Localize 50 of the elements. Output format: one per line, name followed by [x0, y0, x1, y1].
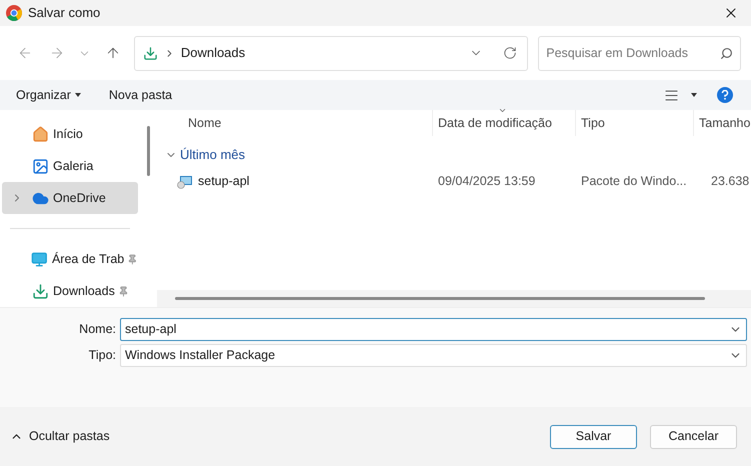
search-icon	[720, 46, 733, 60]
sidebar-item[interactable]: OneDrive	[2, 182, 138, 214]
browser-logo-icon	[6, 5, 22, 21]
scrollbar-thumb[interactable]	[175, 297, 705, 300]
file-name: setup-apl	[198, 173, 250, 190]
cancel-button[interactable]: Cancelar	[650, 424, 737, 448]
pin-icon	[118, 286, 129, 296]
desktop-icon	[31, 250, 48, 268]
organize-button[interactable]: Organizar	[16, 86, 81, 104]
sort-indicator-icon	[498, 106, 507, 115]
hide-folders-button[interactable]: Ocultar pastas	[10, 427, 110, 446]
house-icon	[32, 126, 49, 142]
sidebar-item[interactable]: Downloads	[2, 275, 138, 307]
window-title: Salvar como	[28, 4, 100, 22]
column-header[interactable]: Tamanho	[693, 110, 751, 136]
file-type: Pacote do Windo...	[580, 173, 688, 190]
filename-input[interactable]: setup-apl	[125, 320, 729, 339]
sidebar-item[interactable]: Galeria	[2, 150, 138, 182]
question-mark-icon	[721, 90, 729, 100]
file-type-dropdown[interactable]: Windows Installer Package	[120, 344, 747, 367]
column-header[interactable]: Data de modificação	[432, 110, 575, 136]
name-label: Nome:	[78, 321, 117, 338]
caret-icon	[74, 93, 81, 97]
download-icon	[142, 46, 158, 60]
filename-field[interactable]: setup-apl	[120, 318, 747, 341]
pin-icon	[127, 254, 138, 264]
group-header[interactable]: Último mês	[157, 142, 751, 168]
view-options-button[interactable]	[664, 88, 697, 102]
file-size: 23.638	[710, 173, 750, 190]
column-header[interactable]: Tipo	[575, 110, 693, 136]
address-bar[interactable]: Downloads	[134, 36, 528, 70]
help-button[interactable]	[717, 87, 733, 103]
search-field[interactable]: Pesquisar em Downloads	[538, 36, 741, 70]
gallery-icon	[32, 158, 49, 174]
address-location: Downloads	[180, 44, 246, 62]
search-input[interactable]: Pesquisar em Downloads	[546, 44, 720, 62]
installer-icon	[177, 174, 193, 188]
type-label: Tipo:	[88, 347, 117, 364]
file-row[interactable]: setup-apl 09/04/2025 13:59 Pacote do Windo... 23.638	[157, 168, 751, 195]
column-header[interactable]: Nome	[157, 110, 432, 136]
sidebar-item[interactable]: Início	[2, 118, 138, 150]
scrollbar-thumb[interactable]	[147, 126, 150, 176]
download-icon	[32, 282, 49, 300]
file-date: 09/04/2025 13:59	[437, 173, 536, 190]
list-view-icon	[664, 88, 679, 102]
refresh-icon	[503, 46, 518, 60]
new-folder-button[interactable]: Nova pasta	[108, 86, 172, 104]
sidebar-item[interactable]: Área de Trab	[2, 243, 138, 275]
caret-icon	[691, 93, 697, 97]
save-button[interactable]: Salvar	[550, 424, 637, 448]
